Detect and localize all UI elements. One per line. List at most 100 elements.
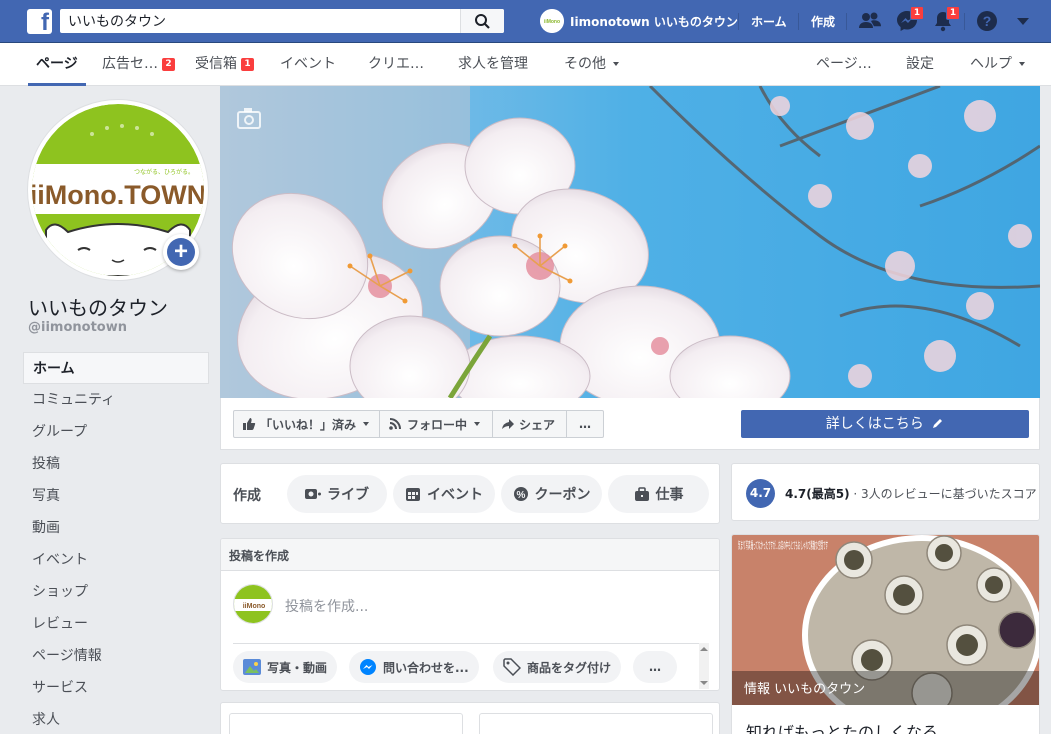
sidebar-item-shop[interactable]: ショップ — [23, 576, 209, 608]
messenger-button[interactable]: 1 — [894, 6, 924, 34]
tab-label: 受信箱 — [195, 56, 237, 72]
message-inquiry-button[interactable]: 問い合わせを... — [349, 651, 479, 683]
scrollbar[interactable] — [699, 643, 709, 689]
add-profile-photo-button[interactable]: + — [163, 234, 199, 270]
ads-badge: 2 — [162, 58, 175, 71]
more-icon: … — [649, 660, 661, 674]
sidebar-item-community[interactable]: コミュニティ — [23, 384, 209, 416]
sidebar-item-photos[interactable]: 写真 — [23, 480, 209, 512]
rss-icon — [389, 418, 401, 430]
search-icon — [475, 14, 490, 29]
scroll-up-icon[interactable] — [700, 647, 708, 651]
tab-more[interactable]: その他 — [564, 43, 619, 86]
coupon-label: クーポン — [534, 487, 591, 503]
tab-label: 広告セ… — [102, 56, 158, 72]
search-input[interactable] — [60, 9, 458, 33]
handwritten-note: 気まり写真撮ってなかったですが…お店の中もとてもおしゃれで素敵な空間です — [738, 539, 828, 552]
account-menu-button[interactable] — [1010, 8, 1036, 34]
sidebar-item-reviews[interactable]: レビュー — [23, 608, 209, 640]
share-button[interactable]: シェア — [492, 410, 567, 438]
chevron-down-icon — [474, 422, 481, 426]
sidebar-item-groups[interactable]: グループ — [23, 416, 209, 448]
sidebar-item-home[interactable]: ホーム — [23, 352, 209, 384]
left-column: iiMono.TOWN つながる、ひろがる。 + いいものタウン @iimono… — [0, 86, 220, 734]
photo-icon — [243, 659, 261, 675]
avatar: iiMono — [233, 584, 273, 624]
divider — [738, 13, 739, 30]
divider — [233, 643, 709, 644]
tab-inbox[interactable]: 受信箱 1 — [195, 43, 254, 86]
feed-item[interactable] — [229, 713, 463, 734]
home-link[interactable]: ホーム — [751, 13, 787, 30]
top-bar: f iiMono Iimonotown いいものタウン ホーム 作成 1 1 ? — [0, 0, 1051, 43]
svg-text:%: % — [516, 490, 525, 501]
tab-label: ページ — [36, 56, 78, 72]
chevron-down-icon — [613, 62, 619, 66]
tab-label: 設定 — [906, 56, 934, 72]
svg-text:iiMono: iiMono — [544, 19, 560, 25]
info-card[interactable]: 気まり写真撮ってなかったですが…お店の中もとてもおしゃれで素敵な空間です 情報 … — [731, 534, 1040, 734]
tab-label: ページ… — [816, 56, 872, 72]
following-button[interactable]: フォロー中 — [379, 410, 493, 438]
event-label: イベント — [427, 487, 483, 503]
profile-link[interactable]: iiMono Iimonotown いいものタウン — [540, 9, 738, 33]
notification-badge: 1 — [946, 6, 960, 20]
chevron-down-icon — [363, 422, 370, 426]
sidebar-item-page-info[interactable]: ページ情報 — [23, 640, 209, 672]
learn-more-label: 詳しくはこちら — [825, 416, 924, 432]
liked-button[interactable]: 「いいね！」済み — [233, 410, 380, 438]
share-icon — [502, 419, 514, 429]
scroll-down-icon[interactable] — [700, 681, 708, 685]
more-icon: … — [579, 417, 591, 431]
job-button[interactable]: 仕事 — [608, 475, 709, 513]
cover-photo[interactable] — [220, 86, 1040, 398]
more-actions-button[interactable]: … — [566, 410, 604, 438]
messenger-icon — [360, 659, 376, 675]
composer-options: 写真・動画 問い合わせを... 商品をタグ付け … — [233, 651, 709, 683]
tab-creator-studio[interactable]: クリエ… — [368, 43, 424, 86]
tab-help[interactable]: ヘルプ — [970, 43, 1025, 86]
feed-item[interactable] — [479, 713, 713, 734]
briefcase-icon — [634, 486, 649, 501]
tag-products-button[interactable]: 商品をタグ付け — [493, 651, 622, 683]
more-options-button[interactable]: … — [633, 651, 677, 683]
search-button[interactable] — [460, 9, 504, 33]
event-button[interactable]: イベント — [393, 475, 495, 513]
create-label: 作成 — [233, 488, 261, 504]
learn-more-button[interactable]: 詳しくはこちら — [741, 410, 1029, 438]
sidebar-item-posts[interactable]: 投稿 — [23, 448, 209, 480]
message-inquiry-label: 問い合わせを... — [383, 660, 469, 675]
tab-settings[interactable]: 設定 — [906, 43, 934, 86]
live-button[interactable]: ライブ — [287, 475, 387, 513]
divider — [798, 13, 799, 30]
sidebar-item-videos[interactable]: 動画 — [23, 512, 209, 544]
tab-page-menu[interactable]: ページ… — [816, 43, 872, 86]
logo-text: iiMono.TOWN — [32, 180, 204, 210]
sidebar-item-services[interactable]: サービス — [23, 672, 209, 704]
share-label: シェア — [519, 417, 556, 432]
page-handle[interactable]: @iimonotown — [28, 320, 127, 335]
create-link[interactable]: 作成 — [811, 13, 835, 30]
tab-manage-jobs[interactable]: 求人を管理 — [458, 43, 528, 86]
help-button[interactable]: ? — [974, 8, 1000, 34]
tab-events[interactable]: イベント — [280, 43, 336, 86]
coupon-icon: % — [513, 487, 528, 501]
sidebar-item-jobs[interactable]: 求人 — [23, 704, 209, 734]
sidebar-item-events[interactable]: イベント — [23, 544, 209, 576]
live-video-icon — [305, 489, 321, 499]
coupon-button[interactable]: % クーポン — [501, 475, 602, 513]
friend-requests-button[interactable] — [857, 8, 883, 34]
post-composer: 投稿を作成 iiMono 投稿を作成... 写真・動画 問い合わせを... 商品… — [220, 538, 720, 691]
rating-score-badge: 4.7 — [746, 479, 775, 508]
composer-input[interactable]: 投稿を作成... — [285, 596, 368, 616]
divider — [846, 13, 847, 30]
rating-value[interactable]: 4.7(最高5) — [785, 487, 850, 501]
photo-video-button[interactable]: 写真・動画 — [233, 651, 338, 683]
composer-header: 投稿を作成 — [221, 539, 719, 571]
liked-label: 「いいね！」済み — [260, 417, 357, 432]
notifications-button[interactable]: 1 — [930, 6, 960, 34]
facebook-logo-icon[interactable]: f — [27, 9, 52, 34]
tab-page[interactable]: ページ — [28, 43, 86, 86]
feed-card — [220, 702, 720, 734]
tab-ads-center[interactable]: 広告セ… 2 — [102, 43, 175, 86]
